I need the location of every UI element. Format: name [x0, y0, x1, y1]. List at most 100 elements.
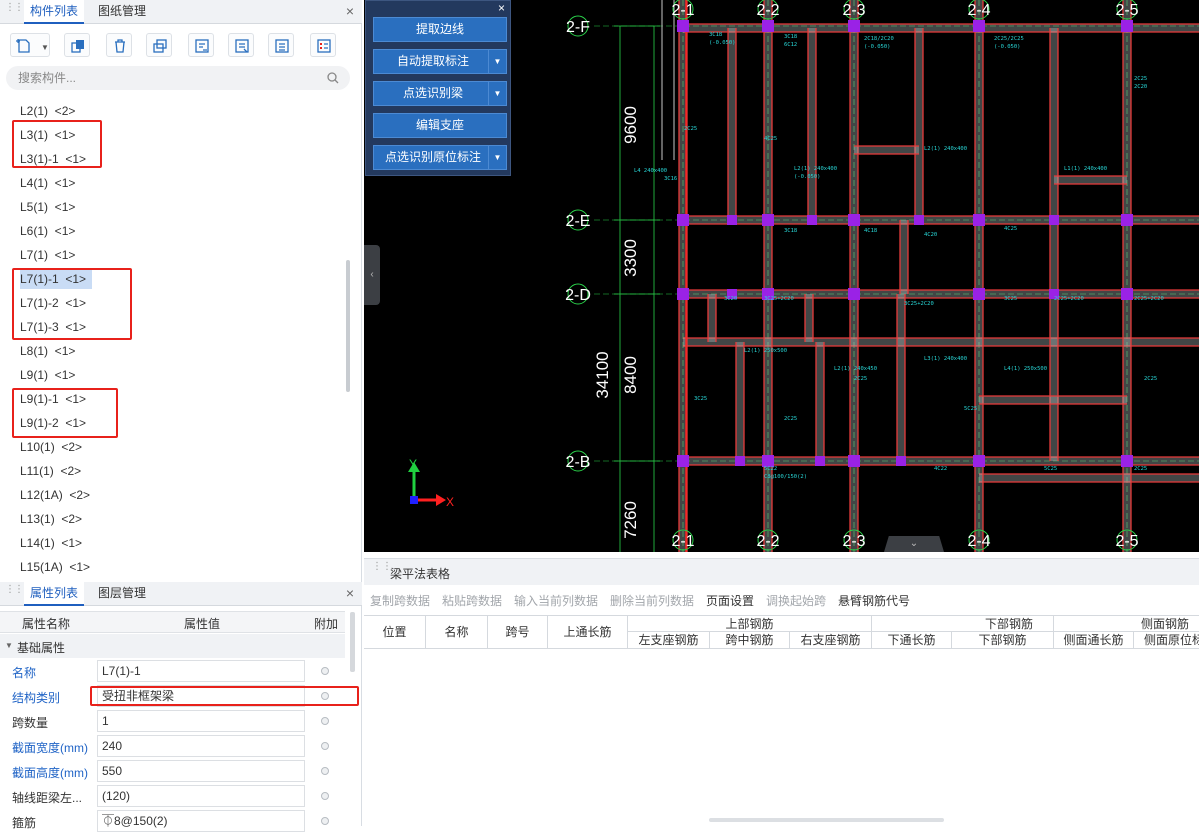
filter-button[interactable] [228, 33, 254, 57]
list-item[interactable]: L13(1) <2> [20, 509, 82, 529]
search-icon[interactable] [326, 71, 340, 85]
collapse-left-panel-handle[interactable]: ‹ [364, 245, 380, 305]
properties-button[interactable] [310, 33, 336, 57]
chevron-down-icon[interactable]: ▼ [488, 50, 506, 73]
toolbar-action[interactable]: 复制跨数据 [370, 592, 430, 609]
popup-button[interactable]: 编辑支座 [373, 113, 507, 138]
column [677, 20, 689, 32]
property-scrollbar[interactable] [350, 612, 355, 672]
drag-grip-icon[interactable]: ⋮⋮ [5, 585, 24, 601]
list-item[interactable]: L7(1) <1> [20, 245, 75, 265]
axis-label: 2-1 [671, 533, 694, 550]
column-side-long[interactable]: 侧面通长筋 [1054, 632, 1134, 649]
column [735, 456, 745, 466]
collapse-table-handle[interactable]: ⌄ [884, 536, 944, 552]
new-component-button[interactable]: ▼ [10, 33, 50, 57]
close-icon[interactable]: × [498, 1, 505, 15]
extra-checkbox[interactable] [321, 717, 329, 725]
drag-grip-icon[interactable]: ⋮⋮ [372, 562, 392, 572]
property-row: 截面宽度(mm) 240 [0, 734, 345, 759]
chevron-down-icon[interactable]: ▼ [488, 146, 506, 169]
column-span[interactable]: 跨号 [488, 616, 548, 649]
table-toolbar: 复制跨数据 粘贴跨数据 输入当前列数据 删除当前列数据 页面设置 调换起始跨 悬臂钢筋代号 [364, 589, 1199, 611]
search-input[interactable] [16, 70, 316, 86]
column-left-support[interactable]: 左支座钢筋 [628, 632, 710, 649]
drag-grip-icon[interactable]: ⋮⋮ [5, 3, 24, 19]
tab-component-list[interactable]: 构件列表 [24, 0, 85, 24]
toolbar-action[interactable]: 粘贴跨数据 [442, 592, 502, 609]
list-item[interactable]: L7(1)-2 <1> [20, 293, 86, 313]
property-value-field[interactable]: 受扭非框架梁 [97, 685, 305, 707]
column [896, 456, 906, 466]
list-item[interactable]: L6(1) <1> [20, 221, 75, 241]
extra-checkbox[interactable] [321, 667, 329, 675]
tab-drawing-management[interactable]: 图纸管理 [92, 0, 152, 24]
popup-button[interactable]: 点选识别梁 ▼ [373, 81, 507, 106]
list-item[interactable]: L11(1) <2> [20, 461, 81, 481]
list-item[interactable]: L10(1) <2> [20, 437, 82, 457]
column-top-long[interactable]: 上通长筋 [548, 616, 628, 649]
popup-button[interactable]: 提取边线 [373, 17, 507, 42]
column-name[interactable]: 名称 [426, 616, 488, 649]
popup-button[interactable]: 自动提取标注 ▼ [373, 49, 507, 74]
property-value-field[interactable]: (120) [97, 785, 305, 807]
toolbar-action[interactable]: 删除当前列数据 [610, 592, 694, 609]
property-value-field[interactable]: 240 [97, 735, 305, 757]
list-scrollbar[interactable] [346, 260, 350, 392]
list-item[interactable]: L9(1)-1 <1> [20, 389, 86, 409]
list-item[interactable]: L5(1) <1> [20, 197, 75, 217]
tab-layer-management[interactable]: 图层管理 [92, 582, 152, 606]
axis-label: 2-2 [756, 2, 779, 19]
close-icon[interactable]: × [346, 585, 354, 601]
copy-button[interactable] [64, 33, 90, 57]
column-position[interactable]: 位置 [364, 616, 426, 649]
toolbar-action[interactable]: 调换起始跨 [766, 592, 826, 609]
list-item[interactable]: L7(1)-1 <1> [20, 269, 93, 289]
toolbar-action[interactable]: 输入当前列数据 [514, 592, 598, 609]
property-value-field[interactable]: L7(1)-1 [97, 660, 305, 682]
horizontal-scrollbar[interactable] [709, 818, 944, 822]
property-value-field[interactable]: 1 [97, 710, 305, 732]
list-item[interactable]: L3(1)-1 <1> [20, 149, 86, 169]
list-item[interactable]: L8(1) <1> [20, 341, 75, 361]
chevron-down-icon[interactable]: ▼ [488, 82, 506, 105]
list-item[interactable]: L3(1) <1> [20, 125, 75, 145]
extra-checkbox[interactable] [321, 742, 329, 750]
column-mid-span[interactable]: 跨中钢筋 [710, 632, 790, 649]
list-item[interactable]: L9(1)-2 <1> [20, 413, 86, 433]
beam [897, 294, 905, 461]
beam [1123, 0, 1131, 552]
extra-checkbox[interactable] [321, 692, 329, 700]
toolbar-action[interactable]: 悬臂钢筋代号 [838, 592, 910, 609]
list-item[interactable]: L2(1) <2> [20, 101, 75, 121]
delete-button[interactable] [106, 33, 132, 57]
section-basic-properties[interactable]: ▼ 基础属性 [0, 634, 345, 658]
layer-copy-button[interactable] [146, 33, 172, 57]
cad-annotation: 2C25 [684, 126, 697, 132]
column-side-in-situ[interactable]: 侧面原位标 [1134, 632, 1199, 649]
column-right-support[interactable]: 右支座钢筋 [790, 632, 872, 649]
list-view-button[interactable] [268, 33, 294, 57]
sort-button[interactable] [188, 33, 214, 57]
column [727, 215, 737, 225]
list-item[interactable]: L9(1) <1> [20, 365, 75, 385]
property-value-field[interactable]: ⏁8@150(2) [97, 810, 305, 832]
tab-property-list[interactable]: 属性列表 [24, 582, 85, 606]
extra-checkbox[interactable] [321, 767, 329, 775]
list-item[interactable]: L7(1)-3 <1> [20, 317, 86, 337]
extra-checkbox[interactable] [321, 792, 329, 800]
column-bottom-rebar[interactable]: 下部钢筋 [952, 632, 1054, 649]
list-item[interactable]: L4(1) <1> [20, 173, 75, 193]
cad-annotation: 3C16 [664, 176, 677, 182]
cad-annotation: 4C25 [764, 136, 777, 142]
list-item[interactable]: L12(1A) <2> [20, 485, 90, 505]
list-item[interactable]: L15(1A) <1> [20, 557, 90, 575]
column [848, 214, 860, 226]
toolbar-action[interactable]: 页面设置 [706, 592, 754, 609]
popup-button[interactable]: 点选识别原位标注 ▼ [373, 145, 507, 170]
list-item[interactable]: L14(1) <1> [20, 533, 82, 553]
property-value-field[interactable]: 550 [97, 760, 305, 782]
close-icon[interactable]: × [346, 3, 354, 19]
column-bottom-long[interactable]: 下通长筋 [872, 632, 952, 649]
extra-checkbox[interactable] [321, 817, 329, 825]
